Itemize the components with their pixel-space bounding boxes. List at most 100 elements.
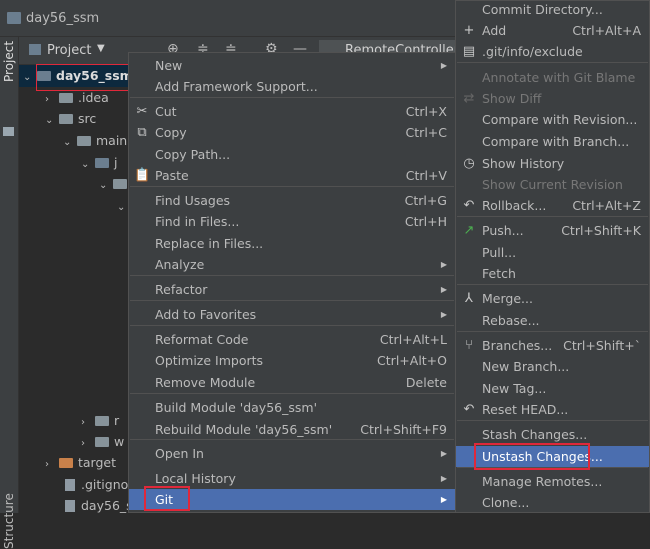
chevron-down-icon[interactable]: ⌄: [99, 175, 113, 197]
menu-item-label: Rebuild Module 'day56_ssm': [155, 422, 333, 437]
git-item-push[interactable]: ↗ Push... Ctrl+Shift+K: [456, 220, 649, 241]
git-item-compare-with-branch[interactable]: Compare with Branch...: [456, 131, 649, 152]
tree-row-gitignore[interactable]: .gitignore: [19, 474, 141, 496]
menu-item-build-module-day56-ssm[interactable]: Build Module 'day56_ssm': [129, 397, 455, 418]
file-icon: [65, 500, 75, 512]
menu-item-label: .git/info/exclude: [482, 44, 583, 59]
menu-item-label: Manage Remotes...: [482, 474, 603, 489]
branch-icon: ⑂: [465, 338, 473, 353]
menu-item-label: Analyze: [155, 257, 205, 272]
menu-item-optimize-imports[interactable]: Optimize Imports Ctrl+Alt+O: [129, 350, 455, 371]
tree-label: j: [114, 155, 118, 170]
window-title: day56_ssm: [26, 11, 100, 26]
highlight-box-unstash: [474, 443, 590, 470]
git-item-manage-remotes[interactable]: Manage Remotes...: [456, 471, 649, 492]
menu-item-analyze[interactable]: Analyze ▶: [129, 254, 455, 275]
menu-item-label: Clone...: [482, 495, 530, 510]
menu-item-replace-in-files[interactable]: Replace in Files...: [129, 233, 455, 254]
menu-item-label: New Tag...: [482, 381, 547, 396]
git-item-git-info-exclude[interactable]: ▤ .git/info/exclude: [456, 41, 649, 62]
git-item-merge[interactable]: ⅄ Merge...: [456, 288, 649, 309]
menu-item-paste[interactable]: 📋 Paste Ctrl+V: [129, 165, 455, 186]
folder-icon: [113, 179, 127, 189]
shortcut-label: Delete: [405, 375, 447, 390]
git-item-commit-directory[interactable]: Commit Directory...: [456, 0, 649, 20]
git-item-fetch[interactable]: Fetch: [456, 263, 649, 284]
menu-item-label: Show Diff: [482, 91, 542, 106]
chevron-down-icon[interactable]: ⌄: [63, 132, 77, 154]
menu-item-copy[interactable]: ⧉ Copy Ctrl+C: [129, 122, 455, 143]
project-tool-tab[interactable]: Project: [2, 41, 16, 82]
menu-item-label: Refactor: [155, 282, 208, 297]
tree-row-r[interactable]: › r: [19, 410, 119, 432]
menu-item-new[interactable]: New ▶: [129, 55, 455, 76]
git-item-pull[interactable]: Pull...: [456, 242, 649, 263]
shortcut-label: Ctrl+Alt+Z: [572, 198, 641, 213]
git-item-reset-head[interactable]: ↶ Reset HEAD...: [456, 399, 649, 420]
menu-item-copy-path[interactable]: Copy Path...: [129, 144, 455, 165]
menu-item-label: Rollback...: [482, 198, 547, 213]
menu-item-remove-module[interactable]: Remove Module Delete: [129, 372, 455, 393]
folder-icon: [77, 136, 91, 146]
menu-item-label: Cut: [155, 104, 177, 119]
scissors-icon: ✂: [136, 104, 148, 119]
tree-row-idea[interactable]: › .idea: [19, 87, 109, 109]
menu-item-label: Pull...: [482, 245, 517, 260]
git-item-new-tag[interactable]: New Tag...: [456, 378, 649, 399]
git-item-stash-changes[interactable]: Stash Changes...: [456, 424, 649, 445]
menu-item-label: Stash Changes...: [482, 427, 588, 442]
shortcut-label: Ctrl+C: [405, 125, 447, 140]
git-item-clone[interactable]: Clone...: [456, 492, 649, 513]
menu-item-label: Find Usages: [155, 193, 231, 208]
menu-item-reformat-code[interactable]: Reformat Code Ctrl+Alt+L: [129, 329, 455, 350]
context-menu: New ▶ Add Framework Support... ✂ Cut Ctrl+X ⧉ C…: [128, 52, 456, 513]
menu-separator: [457, 62, 648, 63]
git-submenu: Commit Directory... + Add Ctrl+Alt+A ▤ .git/i…: [455, 0, 650, 513]
git-item-rollback[interactable]: ↶ Rollback... Ctrl+Alt+Z: [456, 195, 649, 216]
menu-item-find-usages[interactable]: Find Usages Ctrl+G: [129, 190, 455, 211]
menu-item-label: Fetch: [482, 266, 516, 281]
git-item-show-current-revision: Show Current Revision: [456, 174, 649, 195]
tree-row-src[interactable]: ⌄ src: [19, 108, 96, 130]
menu-item-find-in-files[interactable]: Find in Files... Ctrl+H: [129, 211, 455, 232]
menu-item-refactor[interactable]: Refactor ▶: [129, 279, 455, 300]
git-item-show-history[interactable]: ◷ Show History: [456, 153, 649, 174]
git-item-rebase[interactable]: Rebase...: [456, 310, 649, 331]
git-item-branches[interactable]: ⑂ Branches... Ctrl+Shift+`: [456, 335, 649, 356]
menu-item-label: Paste: [155, 168, 189, 183]
chevron-down-icon[interactable]: ⌄: [45, 110, 59, 132]
shortcut-label: Ctrl+Shift+F9: [360, 422, 447, 437]
git-item-new-branch[interactable]: New Branch...: [456, 356, 649, 377]
shortcut-label: Ctrl+Alt+L: [379, 332, 447, 347]
menu-item-cut[interactable]: ✂ Cut Ctrl+X: [129, 101, 455, 122]
shortcut-label: Ctrl+Alt+O: [377, 353, 447, 368]
menu-separator: [130, 325, 454, 326]
structure-tool-tab[interactable]: Structure: [2, 493, 16, 549]
tree-row-sub[interactable]: ⌄: [19, 195, 131, 217]
menu-item-label: Compare with Revision...: [482, 112, 638, 127]
chevron-right-icon[interactable]: ›: [45, 454, 59, 476]
menu-item-label: Show History: [482, 156, 565, 171]
tree-label: src: [78, 111, 97, 126]
git-item-compare-with-revision[interactable]: Compare with Revision...: [456, 109, 649, 130]
chevron-down-icon[interactable]: ▼: [97, 43, 105, 54]
tree-row-java[interactable]: ⌄ j: [19, 152, 117, 174]
menu-item-add-framework-support[interactable]: Add Framework Support...: [129, 76, 455, 97]
submenu-arrow-icon: ▶: [440, 449, 447, 458]
menu-item-label: Add to Favorites: [155, 307, 257, 322]
tree-row-package[interactable]: ⌄: [19, 173, 132, 195]
tree-row-target[interactable]: › target: [19, 452, 116, 474]
menu-item-open-in[interactable]: Open In ▶: [129, 443, 455, 464]
project-view-label[interactable]: Project: [47, 43, 91, 58]
menu-item-add-to-favorites[interactable]: Add to Favorites ▶: [129, 304, 455, 325]
git-item-add[interactable]: + Add Ctrl+Alt+A: [456, 20, 649, 41]
file-icon: ▤: [462, 44, 476, 59]
tree-row-main[interactable]: ⌄ main: [19, 130, 127, 152]
git-item-show-diff: ⇄ Show Diff: [456, 88, 649, 109]
folder-icon: [95, 416, 109, 426]
chevron-down-icon[interactable]: ⌄: [23, 67, 37, 89]
reset-icon: ↶: [463, 402, 475, 417]
tree-row-w[interactable]: › w: [19, 431, 124, 453]
menu-item-rebuild-module-day56-ssm[interactable]: Rebuild Module 'day56_ssm' Ctrl+Shift+F9: [129, 419, 455, 440]
tree-label: w: [114, 434, 125, 449]
